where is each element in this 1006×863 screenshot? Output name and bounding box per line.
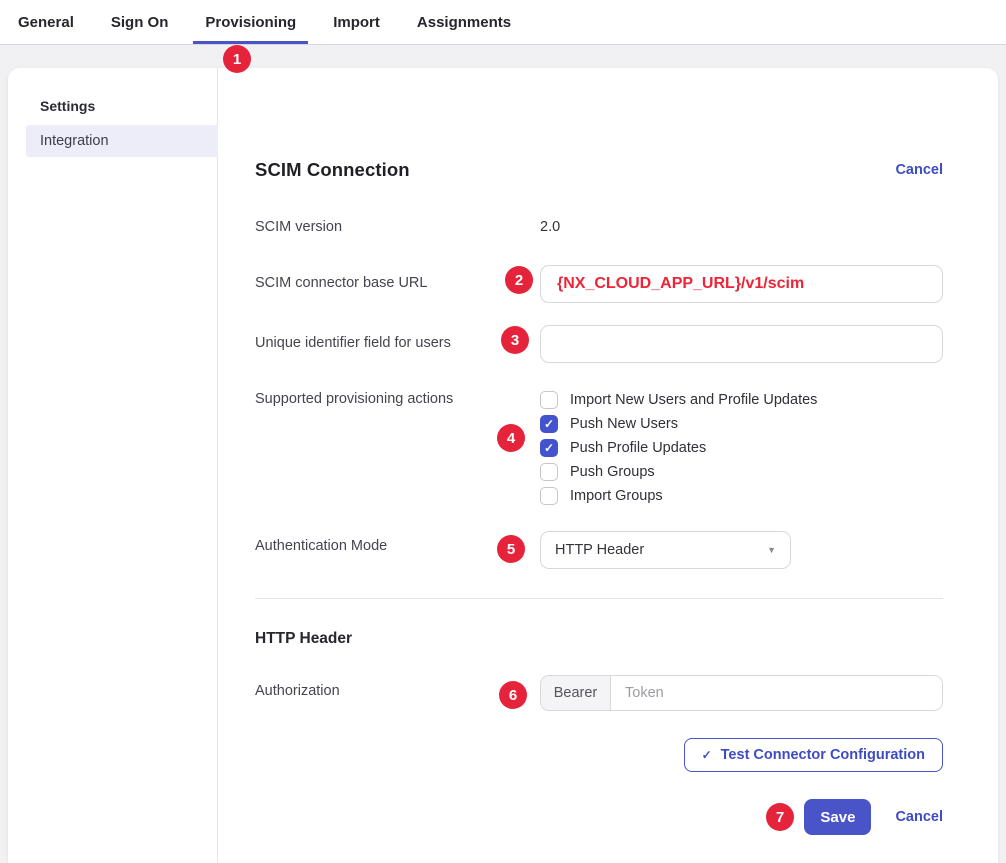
checkbox-push-profile-updates[interactable] xyxy=(540,439,558,457)
page-title: SCIM Connection xyxy=(255,159,410,181)
annotation-badge-3: 3 xyxy=(501,326,529,354)
sidebar-item-integration[interactable]: Integration xyxy=(26,125,218,157)
base-url-input[interactable] xyxy=(540,265,943,303)
tab-assignments[interactable]: Assignments xyxy=(405,0,523,44)
unique-identifier-input[interactable] xyxy=(540,325,943,363)
provisioning-actions-label: Supported provisioning actions xyxy=(255,388,540,508)
tab-import[interactable]: Import xyxy=(321,0,392,44)
unique-identifier-label: Unique identifier field for users xyxy=(255,325,540,363)
annotation-badge-4: 4 xyxy=(497,424,525,452)
annotation-badge-5: 5 xyxy=(497,535,525,563)
checkbox-import-groups[interactable] xyxy=(540,487,558,505)
checkbox-row-push-new-users[interactable]: Push New Users xyxy=(540,412,943,436)
cancel-link-bottom[interactable]: Cancel xyxy=(895,809,943,825)
authorization-label: Authorization xyxy=(255,675,540,711)
annotation-badge-6: 6 xyxy=(499,681,527,709)
http-header-section-title: HTTP Header xyxy=(255,630,943,650)
base-url-label: SCIM connector base URL xyxy=(255,265,540,303)
checkbox-push-new-users[interactable] xyxy=(540,415,558,433)
checkbox-label: Import Groups xyxy=(570,488,663,504)
save-button[interactable]: Save xyxy=(804,799,871,835)
token-input[interactable] xyxy=(611,676,942,710)
checkbox-push-groups[interactable] xyxy=(540,463,558,481)
check-icon: ✓ xyxy=(702,748,712,762)
checkbox-row-push-groups[interactable]: Push Groups xyxy=(540,460,943,484)
scim-connection-form: SCIM Connection Cancel SCIM version 2.0 … xyxy=(218,68,998,863)
sidebar-heading: Settings xyxy=(40,98,217,114)
scim-version-label: SCIM version xyxy=(255,219,540,235)
checkbox-label: Import New Users and Profile Updates xyxy=(570,392,817,408)
checkbox-label: Push Profile Updates xyxy=(570,440,706,456)
tab-provisioning[interactable]: Provisioning xyxy=(193,0,308,44)
provisioning-actions-group: Import New Users and Profile Updates Pus… xyxy=(540,388,943,508)
checkbox-row-import-groups[interactable]: Import Groups xyxy=(540,484,943,508)
settings-sidebar: Settings Integration xyxy=(8,68,218,863)
auth-mode-selected-value: HTTP Header xyxy=(555,542,644,558)
test-connector-button[interactable]: ✓ Test Connector Configuration xyxy=(684,738,943,772)
scim-version-value: 2.0 xyxy=(540,219,943,235)
tab-sign-on[interactable]: Sign On xyxy=(99,0,181,44)
provisioning-card: Settings Integration SCIM Connection Can… xyxy=(8,68,998,863)
checkbox-import-new-users[interactable] xyxy=(540,391,558,409)
section-divider xyxy=(255,598,943,599)
annotation-badge-1: 1 xyxy=(223,45,251,73)
annotation-badge-2: 2 xyxy=(505,266,533,294)
test-connector-label: Test Connector Configuration xyxy=(721,747,925,763)
checkbox-row-import-new-users[interactable]: Import New Users and Profile Updates xyxy=(540,388,943,412)
annotation-badge-7: 7 xyxy=(766,803,794,831)
bearer-prefix: Bearer xyxy=(541,676,611,710)
authorization-input-group: Bearer xyxy=(540,675,943,711)
auth-mode-select[interactable]: HTTP Header ▼ xyxy=(540,531,791,569)
checkbox-label: Push Groups xyxy=(570,464,655,480)
chevron-down-icon: ▼ xyxy=(767,546,776,555)
app-tabbar: General Sign On Provisioning Import Assi… xyxy=(0,0,1006,45)
checkbox-label: Push New Users xyxy=(570,416,678,432)
cancel-link-top[interactable]: Cancel xyxy=(895,162,943,178)
tab-general[interactable]: General xyxy=(6,0,86,44)
checkbox-row-push-profile-updates[interactable]: Push Profile Updates xyxy=(540,436,943,460)
